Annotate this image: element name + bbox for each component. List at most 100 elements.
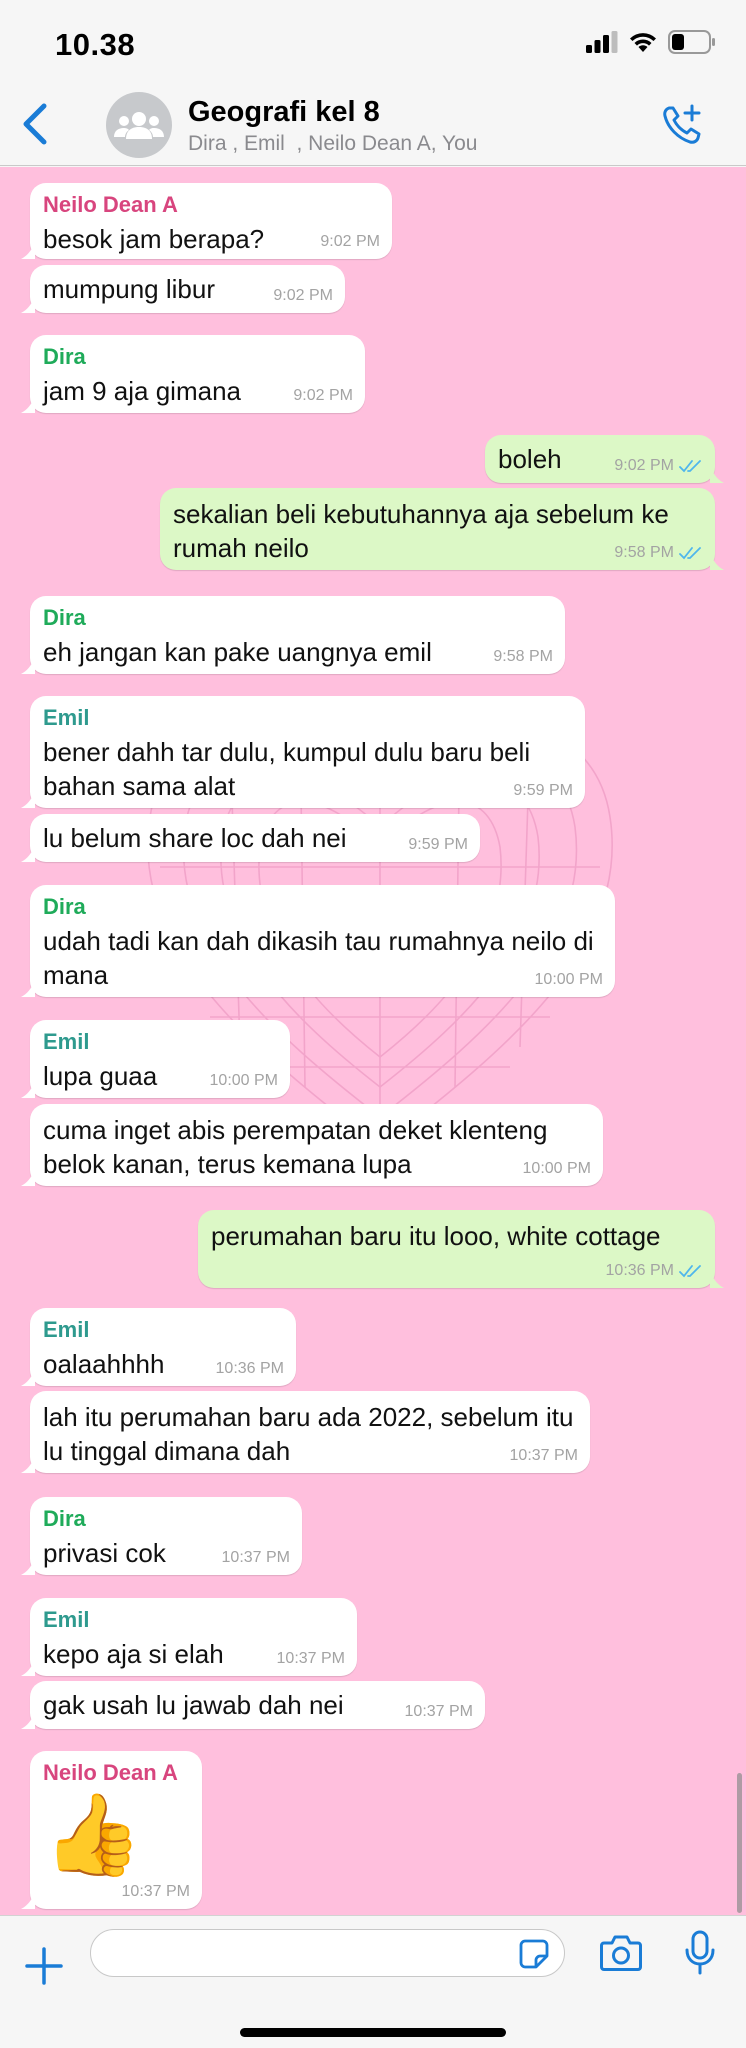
bubble-tail	[710, 467, 724, 483]
message-bubble[interactable]: Emil oalaahhhh 10:36 PM	[21, 1308, 296, 1386]
bubble-tail	[21, 792, 35, 808]
bubble-tail	[21, 981, 35, 997]
message-bubble[interactable]: mumpung libur 9:02 PM	[21, 265, 345, 313]
sticker-button[interactable]	[518, 1938, 550, 1970]
back-button[interactable]	[18, 102, 54, 146]
battery-icon	[668, 30, 715, 54]
message-meta: 9:58 PM	[493, 648, 553, 666]
thumbs-up-emoji: 👍	[43, 1790, 143, 1879]
sender-name[interactable]: Dira	[43, 894, 602, 920]
message-text: bener dahh tar dulu, kumpul dulu baru be…	[43, 737, 531, 801]
message-time: 10:37 PM	[221, 1549, 290, 1566]
message-bubble[interactable]: boleh 9:02 PM	[485, 435, 724, 483]
bubble-tail	[21, 1370, 35, 1386]
sender-name[interactable]: Neilo Dean A	[43, 192, 379, 218]
bubble-tail	[21, 297, 35, 313]
bubble-tail	[21, 243, 35, 259]
message-time: 9:58 PM	[493, 648, 553, 665]
message-meta: 9:02 PM	[614, 457, 703, 475]
sender-name[interactable]: Emil	[43, 705, 572, 731]
double-check-icon	[679, 460, 701, 473]
camera-button[interactable]	[600, 1934, 642, 1972]
message-meta: 10:37 PM	[277, 1650, 345, 1668]
group-avatar[interactable]	[106, 92, 172, 158]
status-bar: 10.38	[0, 0, 746, 80]
chat-participants[interactable]: Dira , Emil , Neilo Dean A, You	[188, 132, 477, 156]
bubble-tail	[21, 846, 35, 862]
message-bubble[interactable]: Emil bener dahh tar dulu, kumpul dulu ba…	[21, 696, 585, 808]
message-time: 10:37 PM	[276, 1650, 345, 1667]
message-bubble[interactable]: lu belum share loc dah nei 9:59 PM	[21, 814, 480, 862]
message-meta: 10:36 PM	[606, 1262, 703, 1280]
message-time: 9:59 PM	[408, 836, 468, 853]
message-bubble[interactable]: Dira privasi cok 10:37 PM	[21, 1497, 302, 1575]
message-meta: 9:02 PM	[320, 233, 380, 251]
message-bubble[interactable]: sekalian beli kebutuhannya aja sebelum k…	[160, 488, 724, 570]
sender-name[interactable]: Emil	[43, 1317, 283, 1343]
bubble-tail	[21, 1660, 35, 1676]
message-time: 10:37 PM	[509, 1447, 578, 1464]
message-bubble[interactable]: perumahan baru itu looo, white cottage 1…	[198, 1210, 724, 1288]
bubble-tail	[21, 1713, 35, 1729]
chat-area[interactable]: Neilo Dean A besok jam berapa? 9:02 PM m…	[0, 167, 746, 1915]
chat-title[interactable]: Geografi kel 8	[188, 96, 380, 129]
message-text: eh jangan kan pake uangnya emil	[43, 637, 432, 667]
message-bubble[interactable]: Dira udah tadi kan dah dikasih tau rumah…	[21, 885, 615, 997]
message-time: 9:59 PM	[513, 782, 573, 799]
status-time: 10.38	[55, 27, 136, 62]
sender-name[interactable]: Emil	[43, 1607, 344, 1633]
message-bubble[interactable]: cuma inget abis perempatan deket klenten…	[21, 1104, 603, 1186]
bubble-tail	[21, 1082, 35, 1098]
sender-name[interactable]: Neilo Dean A	[43, 1760, 189, 1786]
message-meta: 10:00 PM	[210, 1072, 278, 1090]
message-time: 10:00 PM	[522, 1160, 591, 1177]
message-meta: 10:37 PM	[405, 1703, 473, 1721]
bubble-tail	[21, 1170, 35, 1186]
message-time: 9:02 PM	[320, 233, 380, 250]
composer-bar	[0, 1915, 746, 2048]
message-meta: 10:37 PM	[510, 1447, 578, 1465]
bubble-tail	[710, 1272, 724, 1288]
message-meta: 9:58 PM	[614, 544, 703, 562]
message-meta: 9:59 PM	[408, 836, 468, 854]
bubble-tail	[21, 1457, 35, 1473]
sender-name[interactable]: Dira	[43, 344, 352, 370]
message-meta: 9:02 PM	[273, 287, 333, 305]
add-call-button[interactable]	[660, 102, 706, 148]
bubble-tail	[21, 658, 35, 674]
message-bubble[interactable]: Emil lupa guaa 10:00 PM	[21, 1020, 290, 1098]
message-text: udah tadi kan dah dikasih tau rumahnya n…	[43, 926, 594, 990]
sender-name[interactable]: Emil	[43, 1029, 277, 1055]
message-bubble[interactable]: Neilo Dean A besok jam berapa? 9:02 PM	[21, 183, 392, 259]
wifi-icon	[630, 33, 656, 52]
message-meta: 10:36 PM	[216, 1360, 284, 1378]
microphone-button[interactable]	[685, 1930, 715, 1976]
message-input[interactable]	[90, 1929, 565, 1977]
status-icons	[586, 30, 716, 54]
message-time: 10:00 PM	[534, 971, 603, 988]
message-time: 9:02 PM	[614, 457, 674, 474]
message-time: 10:36 PM	[605, 1262, 674, 1279]
sender-name[interactable]: Dira	[43, 1506, 289, 1532]
message-bubble[interactable]: lah itu perumahan baru ada 2022, sebelum…	[21, 1391, 590, 1473]
message-bubble[interactable]: Emil kepo aja si elah 10:37 PM	[21, 1598, 357, 1676]
sender-name[interactable]: Dira	[43, 605, 552, 631]
plus-button[interactable]	[24, 1946, 64, 1986]
scroll-indicator[interactable]	[737, 1773, 742, 1913]
message-time: 10:00 PM	[209, 1072, 278, 1089]
message-bubble[interactable]: Dira eh jangan kan pake uangnya emil 9:5…	[21, 596, 565, 674]
message-meta: 10:00 PM	[535, 971, 603, 989]
message-time: 10:36 PM	[215, 1360, 284, 1377]
home-indicator[interactable]	[240, 2028, 506, 2037]
message-time: 10:37 PM	[121, 1883, 190, 1900]
message-time: 9:02 PM	[293, 387, 353, 404]
message-text: lah itu perumahan baru ada 2022, sebelum…	[43, 1402, 574, 1466]
chat-header: Geografi kel 8 Dira , Emil , Neilo Dean …	[0, 80, 746, 166]
message-time: 9:02 PM	[273, 287, 333, 304]
message-bubble[interactable]: gak usah lu jawab dah nei 10:37 PM	[21, 1681, 485, 1729]
message-meta: 10:37 PM	[122, 1883, 190, 1901]
message-meta: 9:59 PM	[513, 782, 573, 800]
message-meta: 10:37 PM	[222, 1549, 290, 1567]
message-bubble[interactable]: Neilo Dean A 👍 10:37 PM	[21, 1751, 202, 1909]
message-bubble[interactable]: Dira jam 9 aja gimana 9:02 PM	[21, 335, 365, 413]
